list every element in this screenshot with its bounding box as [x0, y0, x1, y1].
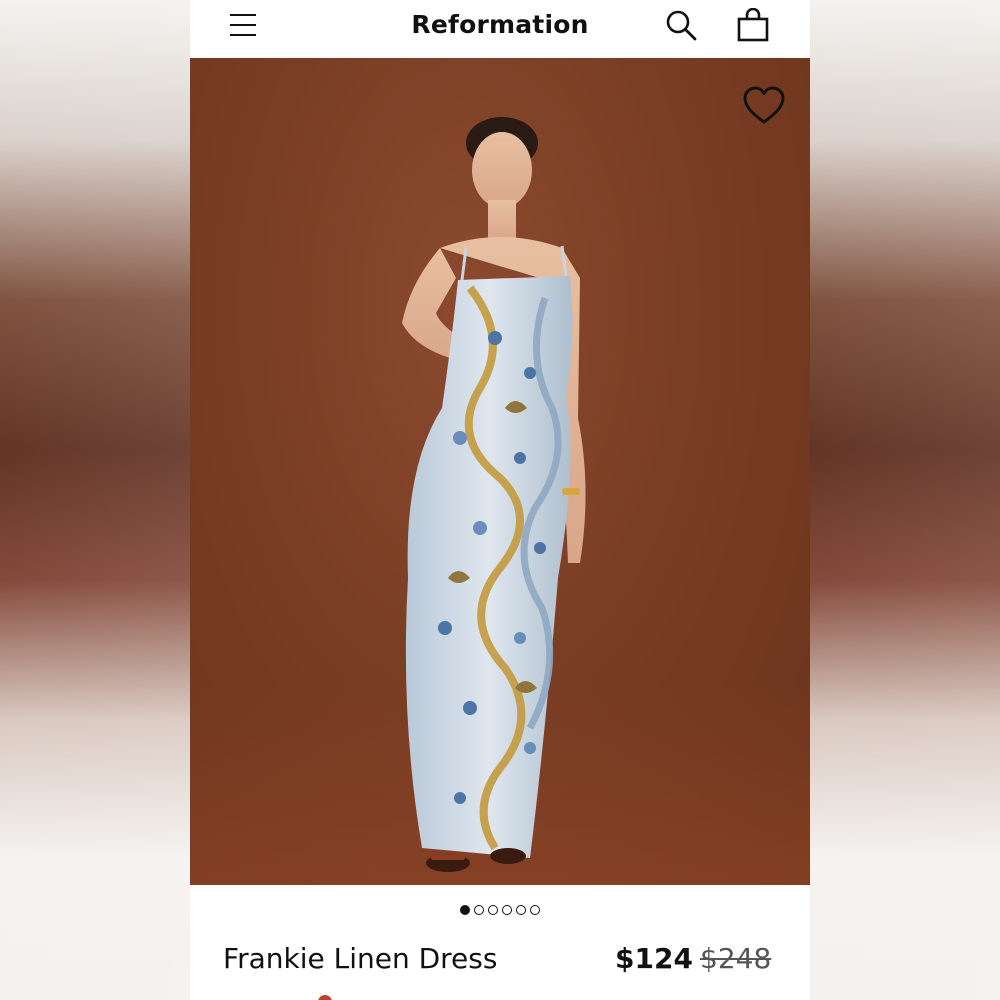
carousel-dot[interactable]	[516, 904, 526, 915]
product-name: Frankie Linen Dress	[223, 942, 498, 975]
carousel-dot[interactable]	[502, 904, 512, 915]
carousel-indicator	[190, 899, 810, 915]
model-photo	[402, 117, 586, 872]
blurred-backdrop-right	[810, 0, 1000, 1000]
sale-price: $124	[615, 942, 693, 975]
original-price: $248	[700, 942, 772, 975]
search-icon[interactable]	[664, 8, 698, 42]
blurred-backdrop-left	[0, 0, 190, 1000]
bag-icon[interactable]	[736, 8, 770, 42]
carousel-dot[interactable]	[488, 904, 498, 915]
color-swatch[interactable]	[318, 995, 332, 1000]
site-header: Reformation	[190, 0, 810, 58]
carousel-dot[interactable]	[474, 904, 484, 915]
carousel-dot[interactable]	[530, 904, 540, 915]
carousel-dot[interactable]	[460, 904, 470, 915]
phone-screen: Reformation Frankie Linen Dress $124 $24…	[190, 0, 810, 1000]
heart-icon[interactable]	[742, 86, 786, 126]
product-image[interactable]	[190, 58, 810, 885]
brand-logo[interactable]: Reformation	[190, 10, 810, 39]
